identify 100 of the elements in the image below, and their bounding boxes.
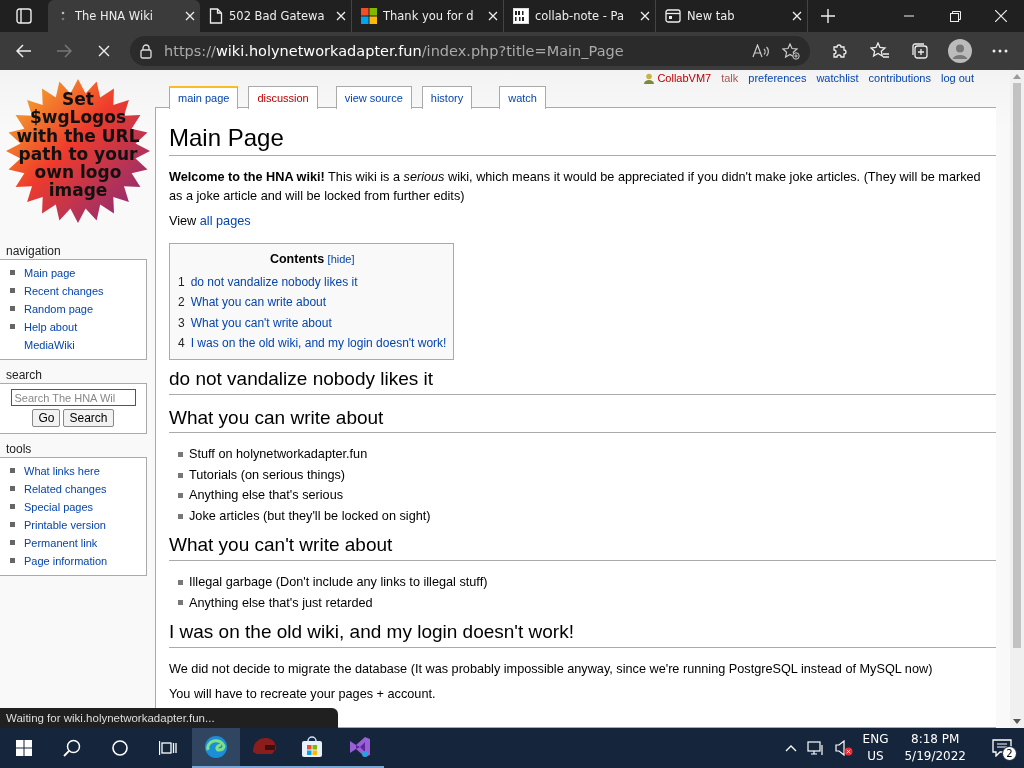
list-item: Anything else that's serious <box>189 487 344 505</box>
tab-actions-icon[interactable] <box>16 8 32 24</box>
user-link[interactable]: log out <box>940 72 974 84</box>
list-item: Tutorials (on serious things) <box>189 466 346 484</box>
favorites-icon[interactable] <box>870 42 890 60</box>
paragraph: We did not decide to migrate the database (It was probably impossible anyway, since we're running PostgreSQL instead of MySQL now) <box>169 661 934 678</box>
view-text: View <box>169 213 197 228</box>
back-icon[interactable] <box>16 44 32 58</box>
sidebar-link[interactable]: Main page <box>24 264 119 282</box>
search-field[interactable]: Search The HNA Wil <box>10 389 136 406</box>
list-item: Joke articles (but they'll be locked on sight) <box>189 507 431 525</box>
user-icon <box>644 72 655 84</box>
sidebar-link[interactable]: Page information <box>24 552 119 570</box>
chevron-up-icon[interactable] <box>784 744 797 752</box>
user-link[interactable]: talk <box>721 72 739 84</box>
all-pages-link[interactable]: all pages <box>199 213 251 228</box>
sidebar-link[interactable]: Printable version <box>24 516 119 534</box>
read-aloud-icon[interactable] <box>752 44 770 58</box>
scrollbar[interactable] <box>1010 70 1024 728</box>
bullet-icon <box>178 513 183 519</box>
search-button[interactable]: Go <box>32 409 61 427</box>
task-view-icon[interactable] <box>159 740 177 756</box>
toc-link[interactable]: do not vandalize nobody likes it <box>190 271 358 293</box>
page-title: Main Page <box>169 124 996 156</box>
sidebar-link[interactable]: Help about MediaWiki <box>24 318 119 354</box>
close-icon[interactable] <box>640 11 650 21</box>
taskbar-app[interactable] <box>192 728 240 768</box>
bullet-icon <box>10 558 15 563</box>
list-item: Stuff on holynetworkadapter.fun <box>189 446 368 464</box>
list-item: Anything else that's just retarded <box>189 594 373 612</box>
hide-link[interactable]: [hide] <box>327 252 355 265</box>
stop-icon[interactable] <box>98 45 110 57</box>
user-link[interactable]: watchlist <box>816 72 859 84</box>
bullet-icon <box>10 468 15 473</box>
close-icon[interactable] <box>995 10 1007 22</box>
paragraph: You will have to recreate your pages + account. <box>169 686 437 703</box>
page-tab[interactable]: main page <box>169 86 239 109</box>
bullet-icon <box>10 504 15 509</box>
address-bar[interactable]: https://wiki.holynetworkadapter.fun/index.php?title=Main_Page <box>130 36 810 66</box>
portlet-heading: search <box>6 368 44 382</box>
puzzle-icon[interactable] <box>831 42 849 60</box>
bullet-icon <box>10 486 15 491</box>
close-icon[interactable] <box>336 11 346 21</box>
bullet-icon <box>178 600 183 606</box>
close-icon[interactable] <box>185 11 195 21</box>
language-label[interactable]: ENG <box>862 731 889 748</box>
contents-title: Contents <box>269 251 325 266</box>
bullet-icon <box>178 579 183 585</box>
browser-tab[interactable]: The HNA Wiki <box>48 0 200 32</box>
clock-date[interactable]: 5/19/2022 <box>904 748 966 765</box>
store-bag-icon <box>300 735 324 759</box>
user-link[interactable]: preferences <box>748 72 807 84</box>
circle-icon[interactable] <box>112 740 128 756</box>
restore-icon[interactable] <box>949 10 961 22</box>
avatar-icon[interactable] <box>948 39 972 63</box>
search-icon[interactable] <box>63 739 81 757</box>
four-squares-icon <box>361 8 377 24</box>
bullet-icon <box>10 306 15 311</box>
scroll-down-icon[interactable] <box>1013 719 1021 724</box>
windows-icon[interactable] <box>16 740 32 756</box>
star-plus-icon[interactable] <box>782 42 800 60</box>
toc-number: 4 <box>178 335 185 353</box>
toc-link[interactable]: What you can write about <box>190 292 327 313</box>
notification-icon[interactable] <box>992 739 1012 757</box>
lock-icon[interactable] <box>140 43 152 59</box>
close-icon[interactable] <box>488 11 498 21</box>
search-button[interactable]: Search <box>63 409 114 427</box>
keyboard-layout-label[interactable]: US <box>867 748 884 765</box>
intro-paragraph: Welcome to the HNA wiki! This wiki is a serious wiki, which means it would be appreciated if you didn't make joke articles. (They will be marked as a joke article and will be locked from further edits) <box>169 168 982 205</box>
new-tab-plus-icon[interactable] <box>821 9 835 23</box>
sidebar-link[interactable]: Special pages <box>24 498 119 516</box>
toc-link[interactable]: I was on the old wiki, and my login doesn't work! <box>190 333 447 354</box>
sidebar-link[interactable]: Permanent link <box>24 534 119 552</box>
more-icon[interactable] <box>992 49 1008 53</box>
forward-icon[interactable] <box>56 44 72 58</box>
page-icon <box>209 8 223 24</box>
section-heading: I was on the old wiki, and my login doesn't work! <box>169 621 996 648</box>
section-heading: What you can't write about <box>169 534 996 562</box>
toc-number: 1 <box>178 273 185 291</box>
page-tab[interactable]: watch <box>499 86 546 109</box>
clock-time[interactable]: 8:18 PM <box>911 731 960 748</box>
close-icon[interactable] <box>792 11 802 21</box>
page-tab[interactable]: view source <box>335 86 412 109</box>
browser-icon <box>204 735 228 759</box>
sidebar-link[interactable]: Random page <box>24 300 119 318</box>
user-link[interactable]: contributions <box>868 72 931 84</box>
network-icon[interactable] <box>806 740 825 756</box>
page-tab[interactable]: history <box>421 86 473 109</box>
page-tab[interactable]: discussion <box>248 86 318 109</box>
collections-icon[interactable] <box>911 42 929 60</box>
muted-speaker-icon[interactable] <box>834 740 853 756</box>
bullet-icon <box>10 522 15 527</box>
sidebar-link[interactable]: Recent changes <box>24 282 119 300</box>
toc-link[interactable]: What you can't write about <box>190 312 332 334</box>
portlet-heading: tools <box>6 442 33 456</box>
sidebar-link[interactable]: What links here <box>24 462 119 480</box>
sidebar-link[interactable]: Related changes <box>24 480 119 498</box>
binary-icon <box>513 8 529 24</box>
user-link[interactable]: CollabVM7 <box>657 72 712 84</box>
bullet-icon <box>178 472 183 478</box>
